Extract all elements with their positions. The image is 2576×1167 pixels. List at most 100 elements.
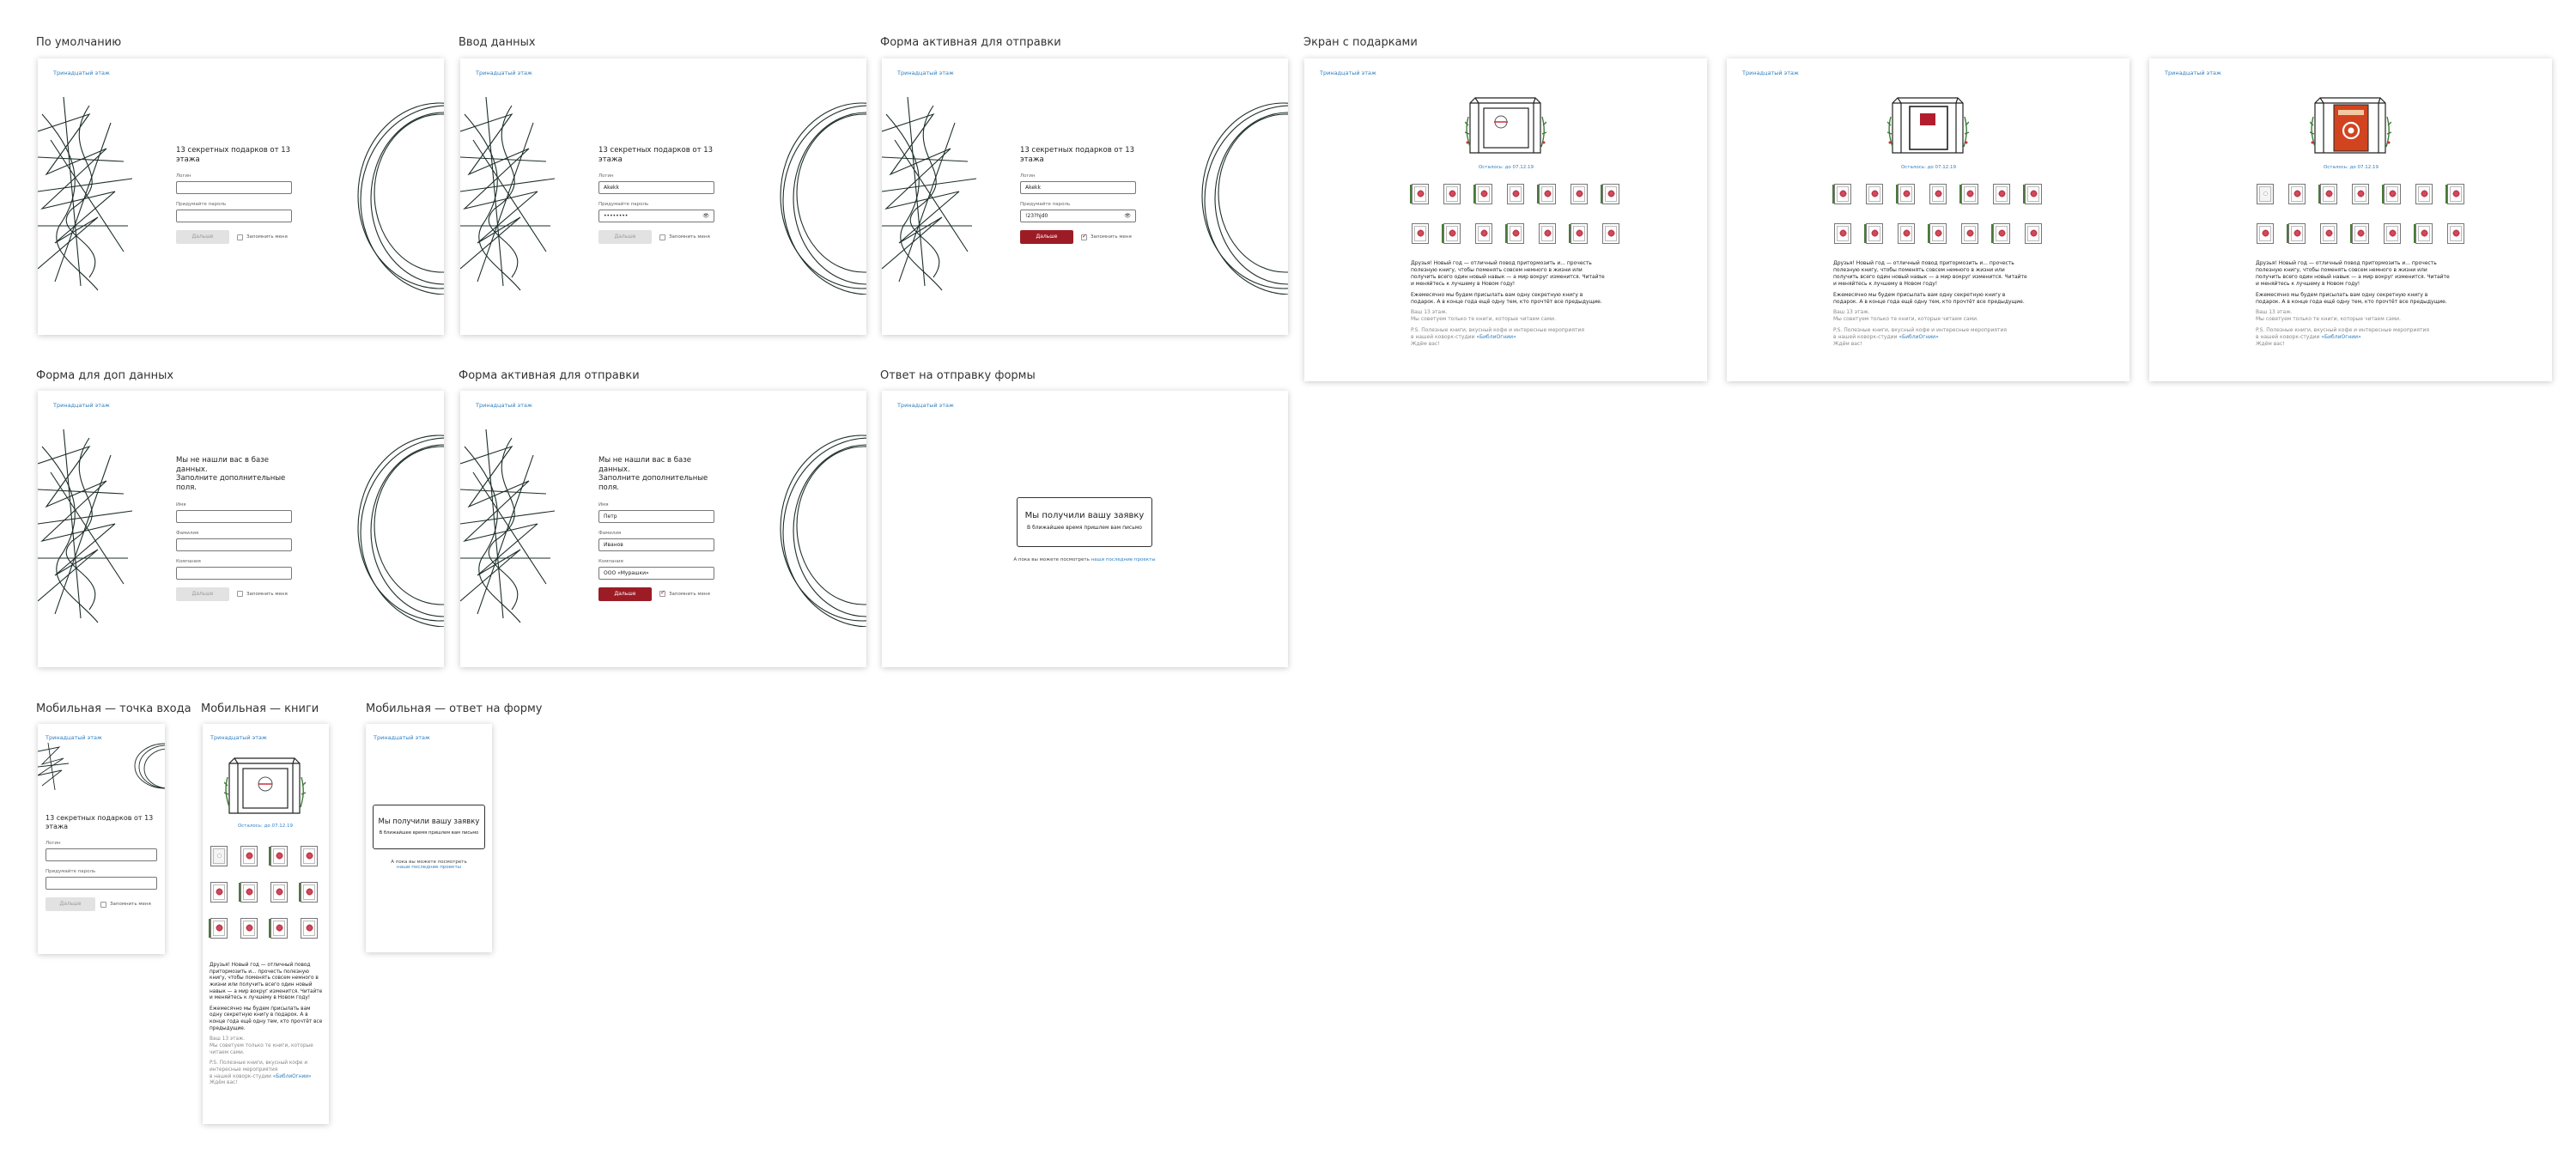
book-tile[interactable] — [1961, 223, 1978, 244]
book-tile[interactable] — [1866, 223, 1883, 244]
studio-link[interactable]: «БиблиОгнии» — [1476, 334, 1516, 340]
book-tile[interactable] — [1412, 184, 1429, 204]
book-tile[interactable] — [1602, 184, 1619, 204]
book-tile[interactable] — [1443, 223, 1461, 244]
book-tile[interactable] — [1539, 223, 1556, 244]
book-tile[interactable] — [1898, 184, 1915, 204]
book-tile[interactable] — [1866, 184, 1883, 204]
book-tile[interactable] — [301, 882, 318, 903]
brand-link[interactable]: Тринадцатый этаж — [2165, 70, 2221, 76]
studio-link[interactable]: «БиблиОгнии» — [1899, 334, 1938, 340]
book-tile[interactable] — [2288, 184, 2306, 204]
brand-link[interactable]: Тринадцатый этаж — [374, 734, 430, 741]
next-button[interactable]: Дальше — [176, 230, 229, 245]
book-tile[interactable] — [210, 918, 228, 939]
book-tile[interactable] — [1539, 184, 1556, 204]
book-tile[interactable] — [2384, 184, 2401, 204]
book-tile[interactable] — [270, 846, 288, 866]
studio-link[interactable]: «БиблиОгнии» — [273, 1074, 312, 1079]
remember-me-checkbox[interactable]: Запомнить меня — [100, 901, 151, 908]
book-tile[interactable] — [2384, 223, 2401, 244]
password-input[interactable] — [46, 877, 157, 890]
book-tile[interactable] — [2025, 184, 2042, 204]
book-tile[interactable] — [2320, 184, 2337, 204]
password-input[interactable] — [176, 210, 292, 223]
book-tile[interactable] — [1993, 184, 2010, 204]
book-tile[interactable] — [2257, 184, 2274, 204]
studio-link[interactable]: «БиблиОгнии» — [2321, 334, 2360, 340]
remember-me-checkbox[interactable]: Запомнить меня — [659, 234, 710, 240]
book-tile[interactable] — [2352, 184, 2369, 204]
name-input[interactable]: Петр — [598, 509, 714, 523]
brand-link[interactable]: Тринадцатый этаж — [1742, 70, 1799, 76]
book-tile[interactable] — [270, 918, 288, 939]
brand-link[interactable]: Тринадцатый этаж — [210, 734, 267, 741]
brand-link[interactable]: Тринадцатый этаж — [476, 70, 532, 76]
remember-me-checkbox[interactable]: Запомнить меня — [659, 589, 710, 597]
remember-me-checkbox[interactable]: Запомнить меня — [237, 591, 288, 597]
login-input[interactable]: Akekk — [1020, 181, 1136, 195]
surname-input[interactable] — [176, 538, 292, 551]
book-tile[interactable] — [1475, 184, 1492, 204]
login-input[interactable]: Akekk — [598, 181, 714, 195]
projects-link[interactable]: наши последние проекты — [397, 865, 461, 870]
book-tile[interactable] — [1993, 223, 2010, 244]
book-tile[interactable] — [1834, 184, 1851, 204]
book-tile[interactable] — [301, 918, 318, 939]
projects-link[interactable]: наши последние проекты — [1091, 557, 1156, 562]
book-tile[interactable] — [1475, 223, 1492, 244]
brand-link[interactable]: Тринадцатый этаж — [53, 402, 110, 409]
company-input[interactable]: ООО «Мурашки» — [598, 566, 714, 580]
book-tile[interactable] — [1961, 184, 1978, 204]
company-input[interactable] — [176, 566, 292, 580]
book-tile[interactable] — [2447, 184, 2464, 204]
book-tile[interactable] — [1602, 223, 1619, 244]
book-tile[interactable] — [2025, 223, 2042, 244]
book-tile[interactable] — [1443, 184, 1461, 204]
book-tile[interactable] — [270, 882, 288, 903]
next-button[interactable]: Дальше — [46, 897, 95, 911]
brand-link[interactable]: Тринадцатый этаж — [1320, 70, 1376, 76]
book-tile[interactable] — [210, 846, 228, 866]
book-tile[interactable] — [1571, 223, 1588, 244]
book-tile[interactable] — [301, 846, 318, 866]
book-tile[interactable] — [2288, 223, 2306, 244]
book-tile[interactable] — [2257, 223, 2274, 244]
book-tile[interactable] — [240, 846, 258, 866]
book-tile[interactable] — [2415, 184, 2433, 204]
book-tile[interactable] — [1571, 184, 1588, 204]
book-tile[interactable] — [240, 882, 258, 903]
next-button[interactable]: Дальше — [598, 230, 652, 245]
remember-me-checkbox[interactable]: Запомнить меня — [237, 234, 288, 240]
brand-link[interactable]: Тринадцатый этаж — [46, 734, 102, 741]
book-tile[interactable] — [1898, 223, 1915, 244]
eye-icon[interactable]: 👁 — [702, 213, 709, 219]
book-tile[interactable] — [1929, 223, 1947, 244]
login-input[interactable] — [176, 181, 292, 195]
book-tile[interactable] — [1507, 184, 1524, 204]
brand-link[interactable]: Тринадцатый этаж — [897, 70, 954, 76]
brand-link[interactable]: Тринадцатый этаж — [897, 402, 954, 409]
brand-link[interactable]: Тринадцатый этаж — [53, 70, 110, 76]
next-button[interactable]: Дальше — [598, 587, 652, 601]
book-tile[interactable] — [1412, 223, 1429, 244]
eye-icon[interactable]: 👁 — [1124, 213, 1131, 219]
brand-link[interactable]: Тринадцатый этаж — [476, 402, 532, 409]
name-input[interactable] — [176, 509, 292, 523]
remember-me-checkbox[interactable]: Запомнить меня — [1081, 233, 1132, 240]
password-input[interactable]: •••••••• 👁 — [598, 210, 714, 223]
book-tile[interactable] — [2352, 223, 2369, 244]
login-input[interactable] — [46, 848, 157, 861]
book-tile[interactable] — [240, 918, 258, 939]
surname-input[interactable]: Иванов — [598, 538, 714, 551]
book-tile[interactable] — [1834, 223, 1851, 244]
book-tile[interactable] — [2320, 223, 2337, 244]
next-button[interactable]: Дальше — [1020, 230, 1073, 245]
book-tile[interactable] — [1929, 184, 1947, 204]
book-tile[interactable] — [2415, 223, 2433, 244]
password-input[interactable]: !23?hjd0 👁 — [1020, 210, 1136, 223]
book-tile[interactable] — [2447, 223, 2464, 244]
next-button[interactable]: Дальше — [176, 587, 229, 601]
book-tile[interactable] — [1507, 223, 1524, 244]
book-tile[interactable] — [210, 882, 228, 903]
